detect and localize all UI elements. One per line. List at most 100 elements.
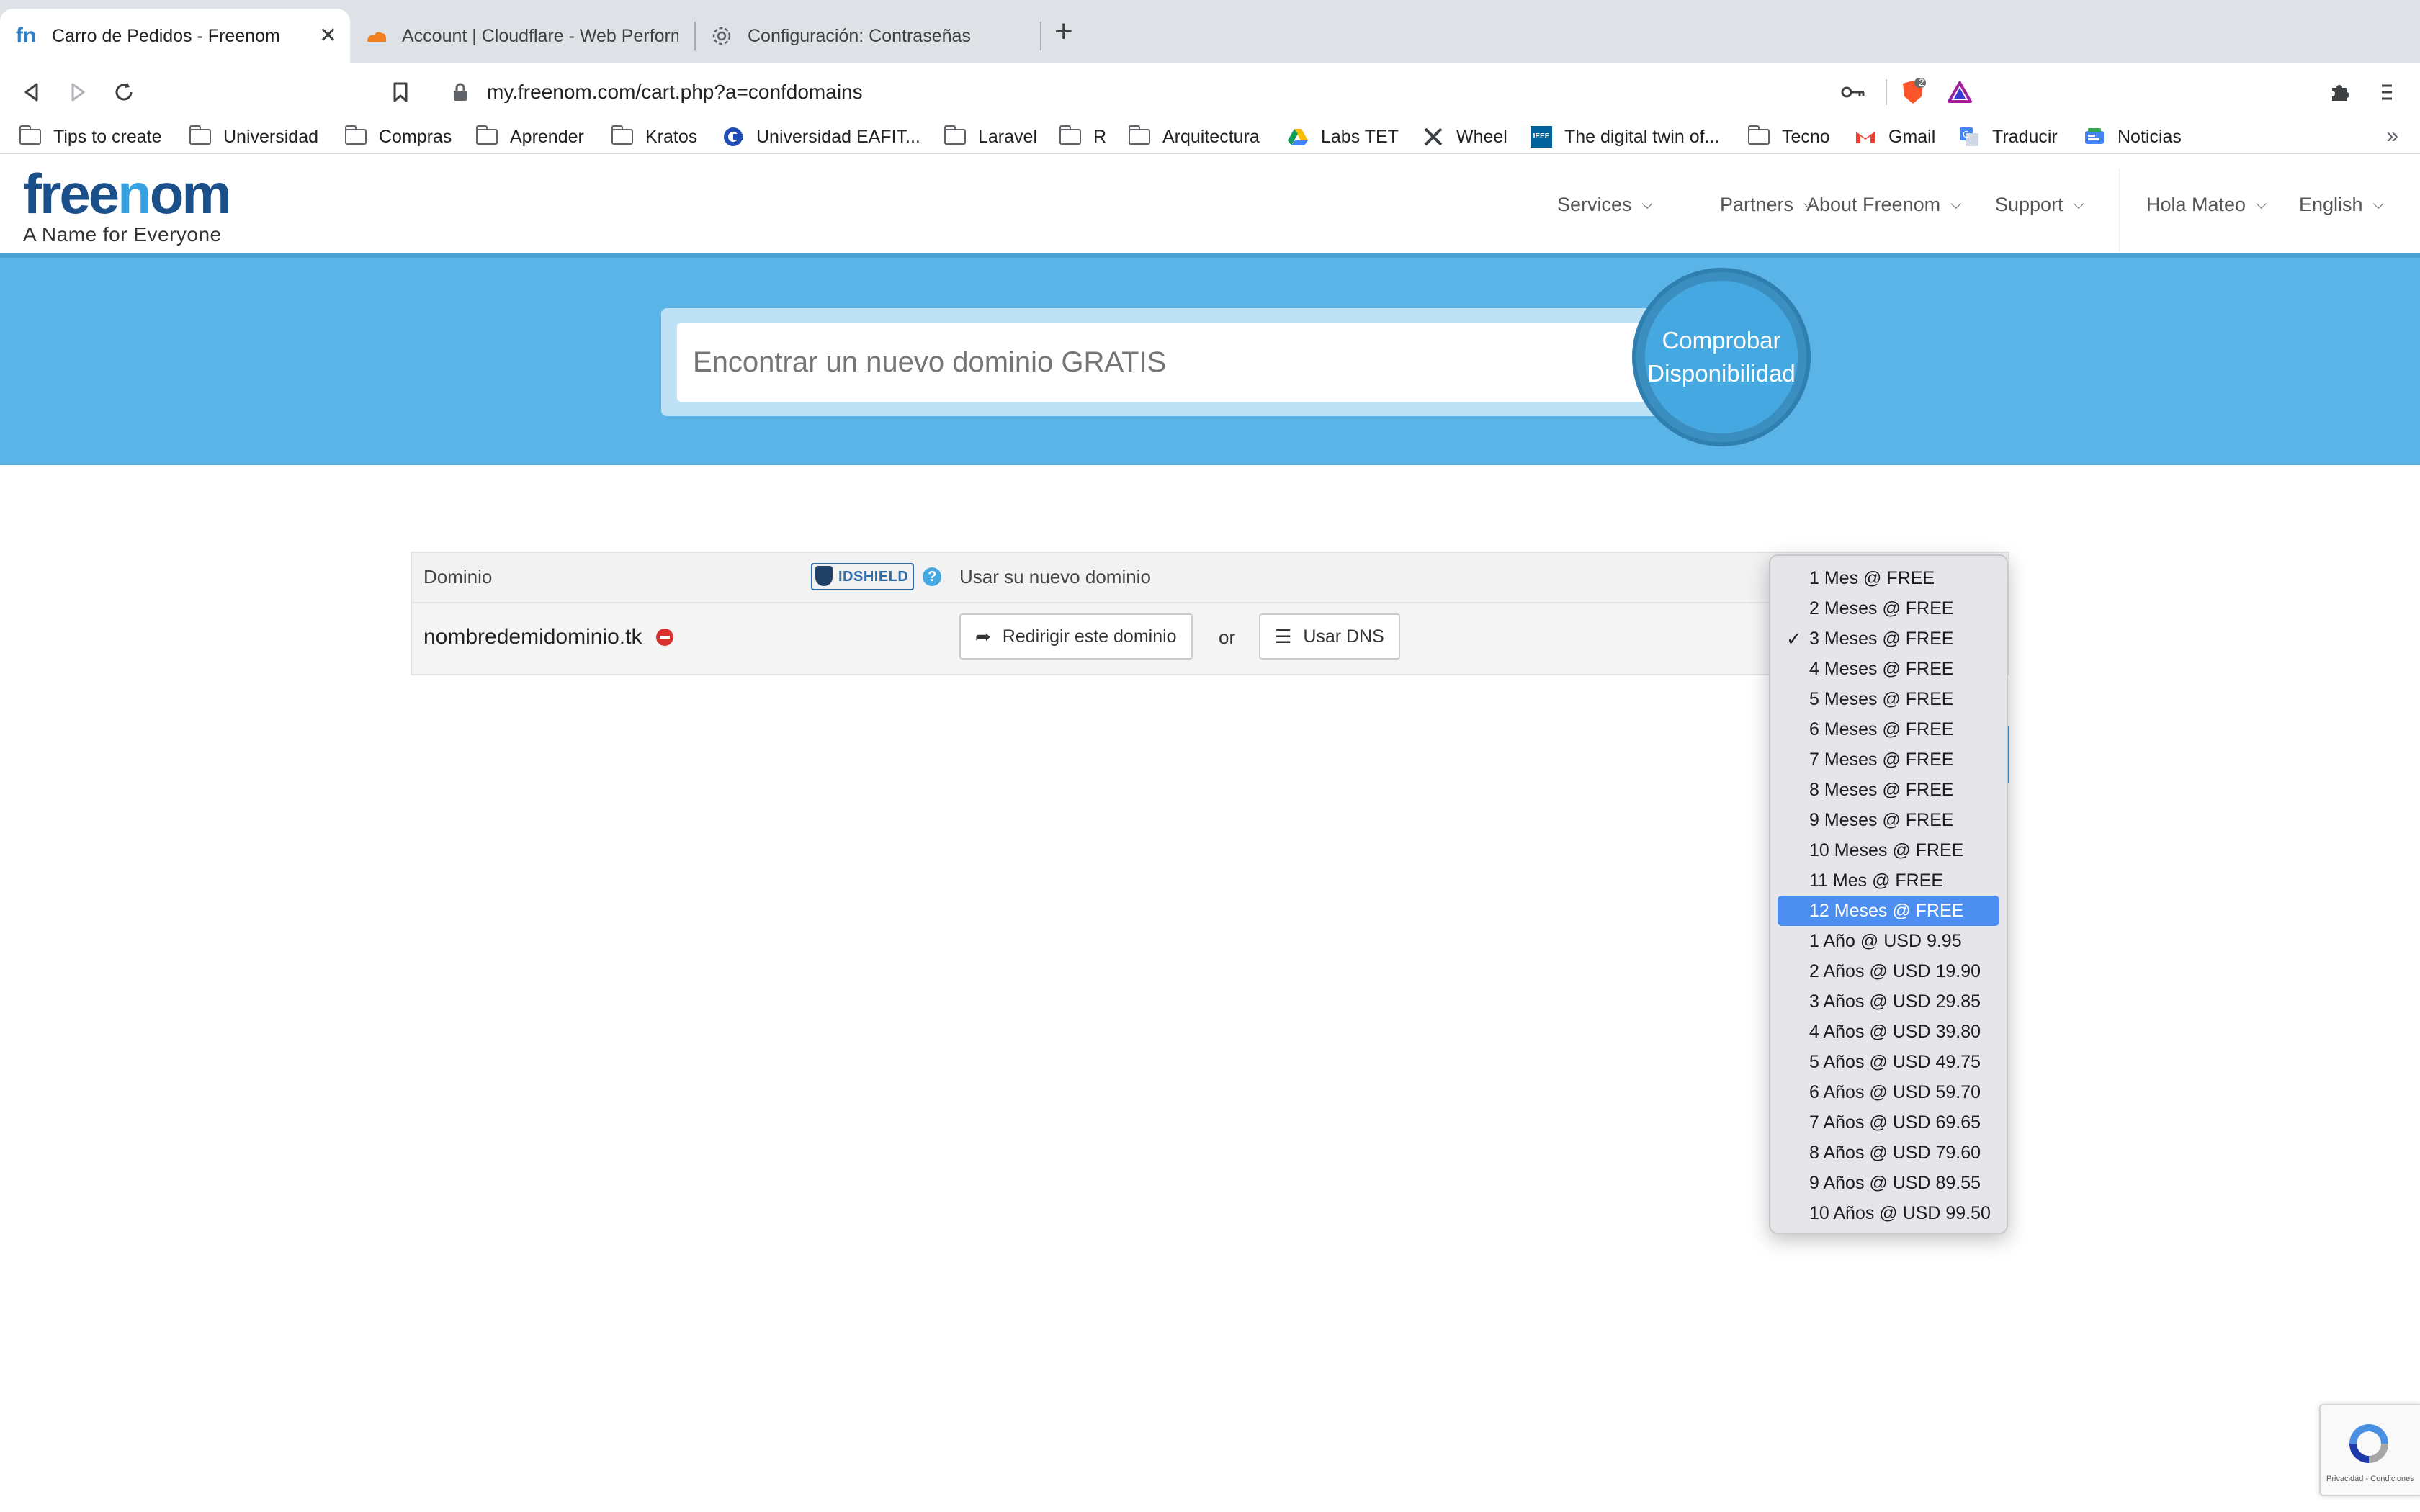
reload-icon[interactable]: [107, 75, 141, 109]
folder-icon: [19, 125, 42, 146]
checkmark-icon: ✓: [1786, 627, 1802, 649]
address-bar[interactable]: my.freenom.com/cart.php?a=confdomains: [432, 69, 1988, 115]
tab-settings[interactable]: Configuración: Contraseñas: [696, 9, 1040, 63]
period-option[interactable]: 10 Meses @ FREE: [1778, 835, 1999, 865]
bookmark-universidad[interactable]: Universidad: [189, 121, 318, 153]
bookmark-icon[interactable]: [383, 75, 418, 109]
redirect-domain-button[interactable]: ➦ Redirigir este dominio: [959, 613, 1193, 660]
period-select-dropdown[interactable]: 1 Mes @ FREE 2 Meses @ FREE ✓ 3 Meses @ FRE…: [1769, 554, 2008, 1234]
bookmark-tips[interactable]: Tips to create: [19, 121, 162, 153]
use-dns-button[interactable]: ☰ Usar DNS: [1259, 613, 1400, 660]
bookmark-r[interactable]: R: [1059, 121, 1106, 153]
period-option[interactable]: 8 Años @ USD 79.60: [1778, 1138, 1999, 1168]
bookmark-label: Laravel: [978, 126, 1037, 147]
menu-icon[interactable]: [2380, 72, 2394, 112]
bookmark-label: The digital twin of...: [1564, 126, 1720, 147]
new-tab-button[interactable]: +: [1054, 16, 1073, 48]
period-option[interactable]: 12 Meses @ FREE: [1778, 896, 1999, 926]
period-option[interactable]: 5 Años @ USD 49.75: [1778, 1047, 1999, 1077]
button-label: Redirigir este dominio: [1002, 626, 1177, 647]
bookmark-traducir[interactable]: G Traducir: [1958, 121, 2058, 153]
period-option[interactable]: 1 Mes @ FREE: [1778, 563, 1999, 593]
bookmark-aprender[interactable]: Aprender: [475, 121, 584, 153]
help-icon[interactable]: ?: [923, 567, 942, 586]
bookmarks-overflow-button[interactable]: »: [2386, 124, 2398, 148]
divider: [1886, 72, 1887, 112]
close-tab-icon[interactable]: ✕: [319, 23, 337, 48]
bookmark-laravel[interactable]: Laravel: [944, 121, 1037, 153]
extensions-icon[interactable]: [2328, 72, 2351, 112]
bookmark-wheel[interactable]: Wheel: [1422, 121, 1507, 153]
period-option[interactable]: 5 Meses @ FREE: [1778, 684, 1999, 714]
period-option[interactable]: 6 Meses @ FREE: [1778, 714, 1999, 744]
brave-rewards-icon[interactable]: [1948, 72, 1972, 112]
period-option[interactable]: 6 Años @ USD 59.70: [1778, 1077, 1999, 1107]
bookmark-label: Arquitectura: [1162, 126, 1260, 147]
period-option-label: 10 Meses @ FREE: [1809, 840, 1964, 860]
period-option[interactable]: 11 Mes @ FREE: [1778, 865, 1999, 896]
period-option-label: 7 Meses @ FREE: [1809, 749, 1954, 770]
period-option[interactable]: 7 Años @ USD 69.65: [1778, 1107, 1999, 1138]
bookmark-label: Labs TET: [1321, 126, 1399, 147]
logo-wordmark: freenom: [23, 162, 232, 225]
menu-about[interactable]: About Freenom ⌵: [1806, 190, 1961, 219]
period-option-label: 2 Meses @ FREE: [1809, 598, 1954, 618]
period-option[interactable]: 1 Año @ USD 9.95: [1778, 926, 1999, 956]
bookmark-label: Kratos: [645, 126, 698, 147]
lock-icon[interactable]: [449, 81, 471, 103]
bookmark-label: Aprender: [510, 126, 584, 147]
domain-search-banner: [0, 253, 2420, 465]
period-option-label: 4 Años @ USD 39.80: [1809, 1021, 1981, 1042]
period-option-label: 3 Años @ USD 29.85: [1809, 991, 1981, 1012]
back-icon[interactable]: [14, 75, 49, 109]
menu-support[interactable]: Support ⌵: [1995, 190, 2084, 219]
recaptcha-badge[interactable]: Privacidad - Condiciones: [2319, 1404, 2420, 1496]
bookmark-tecno[interactable]: Tecno: [1747, 121, 1830, 153]
bookmark-eafit[interactable]: Universidad EAFIT...: [722, 121, 920, 153]
period-option[interactable]: 9 Años @ USD 89.55: [1778, 1168, 1999, 1198]
tab-freenom[interactable]: fn Carro de Pedidos - Freenom ✕: [0, 9, 350, 63]
bookmark-arquitectura[interactable]: Arquitectura: [1128, 121, 1260, 153]
period-option[interactable]: 4 Años @ USD 39.80: [1778, 1017, 1999, 1047]
bookmark-kratos[interactable]: Kratos: [611, 121, 697, 153]
period-option[interactable]: 2 Meses @ FREE: [1778, 593, 1999, 624]
bookmark-labs-tet[interactable]: Labs TET: [1286, 121, 1399, 153]
check-button-line2: Disponibilidad: [1647, 360, 1796, 387]
recaptcha-footer[interactable]: Privacidad - Condiciones: [2326, 1475, 2414, 1483]
language-label: English: [2299, 193, 2363, 215]
period-option[interactable]: 9 Meses @ FREE: [1778, 805, 1999, 835]
chevron-down-icon: ⌵: [2073, 196, 2084, 212]
domain-search-input[interactable]: [677, 323, 1657, 402]
menu-partners[interactable]: Partners ⌵: [1720, 190, 1814, 219]
remove-domain-icon[interactable]: [656, 629, 674, 646]
period-option[interactable]: 7 Meses @ FREE: [1778, 744, 1999, 775]
tab-cloudflare[interactable]: Account | Cloudflare - Web Perform: [350, 9, 693, 63]
period-option-label: 5 Años @ USD 49.75: [1809, 1051, 1981, 1072]
idshield-badge: IDSHIELD: [811, 563, 915, 590]
check-availability-button[interactable]: Comprobar Disponibilidad: [1636, 272, 1806, 442]
bookmark-compras[interactable]: Compras: [344, 121, 452, 153]
period-option[interactable]: 10 Años @ USD 99.50: [1778, 1198, 1999, 1228]
brave-shield-icon[interactable]: 2: [1900, 72, 1926, 112]
bookmark-digital-twin[interactable]: IEEE The digital twin of...: [1530, 121, 1719, 153]
menu-services[interactable]: Services ⌵: [1557, 190, 1653, 219]
share-arrow-icon: ➦: [975, 625, 991, 647]
period-option[interactable]: 2 Años @ USD 19.90: [1778, 956, 1999, 986]
user-menu[interactable]: Hola Mateo ⌵: [2146, 190, 2267, 219]
key-icon[interactable]: [1841, 72, 1865, 112]
forward-icon[interactable]: [60, 75, 95, 109]
period-option[interactable]: 4 Meses @ FREE: [1778, 654, 1999, 684]
svg-text:G: G: [1963, 130, 1969, 140]
period-option[interactable]: 3 Años @ USD 29.85: [1778, 986, 1999, 1017]
freenom-logo[interactable]: freenom A Name for Everyone: [23, 162, 232, 246]
bookmark-label: Wheel: [1456, 126, 1507, 147]
period-option[interactable]: ✓ 3 Meses @ FREE: [1778, 624, 1999, 654]
language-menu[interactable]: English ⌵: [2299, 190, 2384, 219]
period-option[interactable]: 8 Meses @ FREE: [1778, 775, 1999, 805]
bookmark-label: Compras: [379, 126, 452, 147]
bookmark-label: Tecno: [1782, 126, 1830, 147]
tools-icon: [1422, 127, 1445, 146]
recaptcha-icon: [2349, 1424, 2388, 1463]
bookmark-noticias[interactable]: Noticias: [2083, 121, 2182, 153]
bookmark-gmail[interactable]: Gmail: [1854, 121, 1935, 153]
